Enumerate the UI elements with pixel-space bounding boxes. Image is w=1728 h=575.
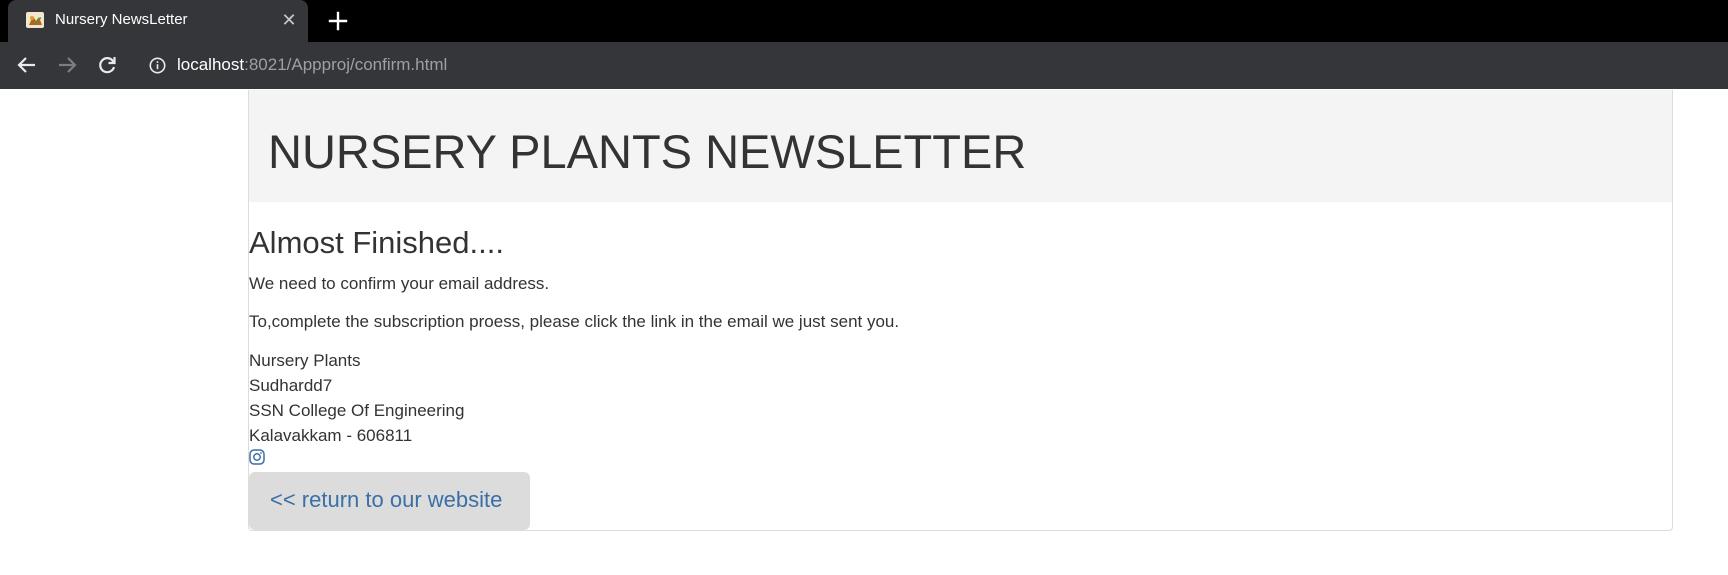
header-jumbotron: NURSERY PLANTS NEWSLETTER — [249, 90, 1672, 202]
address-line: Kalavakkam - 606811 — [249, 426, 413, 445]
browser-tab[interactable]: Nursery NewsLetter ✕ — [8, 0, 308, 42]
address-bar[interactable]: localhost:8021/Appproj/confirm.html — [177, 55, 447, 75]
instagram-icon[interactable] — [249, 449, 265, 465]
arrow-right-icon[interactable] — [56, 54, 78, 76]
browser-toolbar: localhost:8021/Appproj/confirm.html — [0, 42, 1728, 89]
close-icon[interactable]: ✕ — [280, 11, 298, 29]
plant-favicon-icon — [26, 12, 44, 28]
arrow-left-icon[interactable] — [16, 54, 38, 76]
site-title: NURSERY PLANTS NEWSLETTER — [268, 125, 1027, 178]
confirm-message: We need to confirm your email address. — [249, 274, 550, 293]
info-icon[interactable] — [149, 57, 166, 74]
address-line: Sudhardd7 — [249, 376, 333, 395]
address-block: Nursery Plants Sudhardd7 SSN College Of … — [249, 348, 464, 448]
address-line: SSN College Of Engineering — [249, 401, 465, 420]
tab-title: Nursery NewsLetter — [55, 11, 188, 28]
reload-icon[interactable] — [96, 54, 118, 76]
address-line: Nursery Plants — [249, 351, 361, 370]
return-to-website-button[interactable]: << return to our website — [249, 472, 530, 530]
instruction-message: To,complete the subscription proess, ple… — [249, 312, 900, 331]
return-link[interactable]: << return to our website — [270, 487, 502, 513]
browser-tabstrip: Nursery NewsLetter ✕ — [0, 0, 1728, 42]
page-container: NURSERY PLANTS NEWSLETTER Almost Finishe… — [248, 90, 1673, 531]
url-host: localhost — [177, 55, 245, 74]
plus-icon[interactable] — [326, 9, 350, 33]
url-path: :8021/Appproj/confirm.html — [244, 55, 448, 74]
page-heading: Almost Finished.... — [249, 225, 504, 260]
